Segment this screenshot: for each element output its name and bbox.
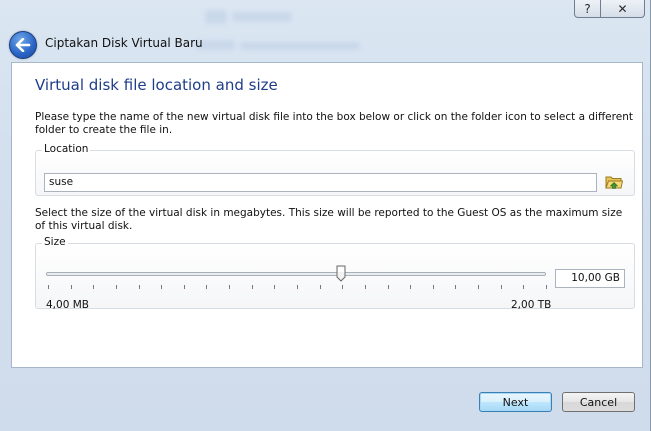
slider-min-label: 4,00 MB <box>46 299 89 311</box>
title-controls: ? ✕ <box>574 0 645 18</box>
next-button[interactable]: Next <box>479 392 552 412</box>
slider-tick <box>433 285 434 289</box>
slider-tick <box>342 285 343 289</box>
help-icon: ? <box>584 1 591 16</box>
folder-button[interactable] <box>605 173 624 191</box>
size-slider-ticks <box>48 285 547 289</box>
slider-tick <box>139 285 140 289</box>
slider-tick <box>93 285 94 289</box>
size-slider-track[interactable] <box>46 272 546 276</box>
slider-tick <box>501 285 502 289</box>
wizard-window: ? ✕ Ciptakan Disk Virtual Baru Virtual d… <box>0 0 651 431</box>
close-button[interactable]: ✕ <box>601 0 645 18</box>
slider-tick <box>297 285 298 289</box>
slider-tick <box>184 285 185 289</box>
slider-tick <box>365 285 366 289</box>
slider-tick <box>116 285 117 289</box>
background-artifact <box>240 42 360 50</box>
background-artifact <box>232 12 292 22</box>
size-group: Size 10,00 GB 4,00 MB 2,00 TB <box>35 236 635 311</box>
size-slider-thumb[interactable] <box>336 265 346 282</box>
close-icon: ✕ <box>617 1 628 16</box>
cancel-button[interactable]: Cancel <box>562 392 635 412</box>
slider-tick <box>320 285 321 289</box>
slider-max-label: 2,00 TB <box>511 299 552 311</box>
slider-tick <box>71 285 72 289</box>
slider-tick <box>410 285 411 289</box>
back-button[interactable] <box>9 31 37 59</box>
wizard-page: Virtual disk file location and size Plea… <box>11 62 643 368</box>
location-group: Location suse <box>35 143 635 196</box>
slider-tick <box>48 285 49 289</box>
slider-tick <box>546 285 547 289</box>
size-description: Select the size of the virtual disk in m… <box>35 207 623 232</box>
location-description: Please type the name of the new virtual … <box>35 111 633 136</box>
location-input[interactable]: suse <box>44 173 597 192</box>
slider-tick <box>388 285 389 289</box>
arrow-left-icon <box>15 38 31 52</box>
slider-thumb-icon <box>336 265 346 282</box>
slider-tick <box>252 285 253 289</box>
slider-tick <box>523 285 524 289</box>
page-heading: Virtual disk file location and size <box>35 76 278 94</box>
wizard-title: Ciptakan Disk Virtual Baru <box>45 36 203 50</box>
folder-icon <box>605 176 624 189</box>
slider-tick <box>274 285 275 289</box>
slider-tick <box>206 285 207 289</box>
slider-tick <box>161 285 162 289</box>
slider-tick <box>455 285 456 289</box>
size-group-label: Size <box>42 236 68 248</box>
help-button[interactable]: ? <box>574 0 601 18</box>
background-artifact <box>205 10 227 24</box>
slider-tick <box>478 285 479 289</box>
location-group-label: Location <box>42 143 91 155</box>
slider-tick <box>229 285 230 289</box>
size-input[interactable]: 10,00 GB <box>555 269 625 288</box>
